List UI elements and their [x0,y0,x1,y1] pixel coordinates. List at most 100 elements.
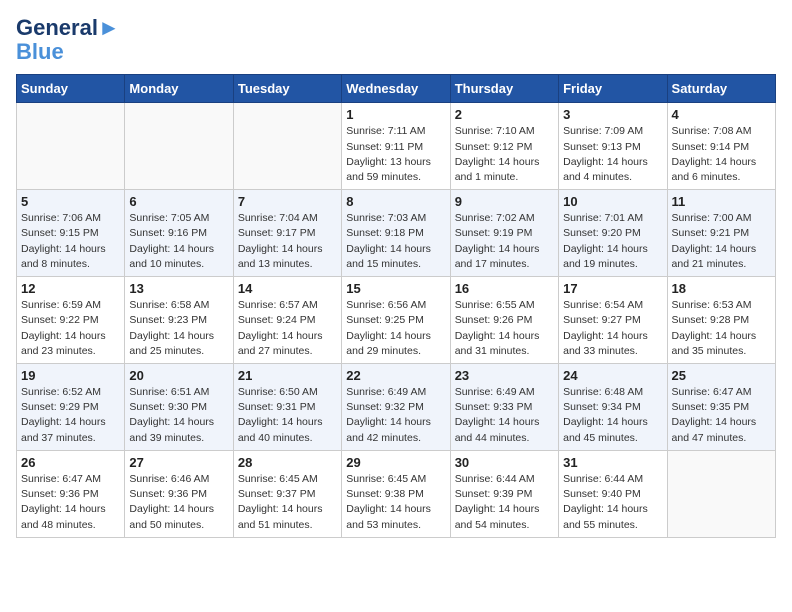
day-info: Sunrise: 6:57 AMSunset: 9:24 PMDaylight:… [238,298,337,359]
day-number: 22 [346,368,445,383]
calendar-cell [17,103,125,190]
day-number: 10 [563,194,662,209]
calendar-cell: 10 Sunrise: 7:01 AMSunset: 9:20 PMDayligh… [559,190,667,277]
calendar-cell: 29 Sunrise: 6:45 AMSunset: 9:38 PMDayligh… [342,450,450,537]
day-number: 17 [563,281,662,296]
day-info: Sunrise: 7:11 AMSunset: 9:11 PMDaylight:… [346,124,445,185]
calendar-cell: 18 Sunrise: 6:53 AMSunset: 9:28 PMDayligh… [667,277,775,364]
day-info: Sunrise: 6:52 AMSunset: 9:29 PMDaylight:… [21,385,120,446]
calendar-cell: 4Sunrise: 7:08 AMSunset: 9:14 PMDaylight… [667,103,775,190]
page-header: General► Blue [16,16,776,64]
day-number: 19 [21,368,120,383]
day-info: Sunrise: 7:09 AMSunset: 9:13 PMDaylight:… [563,124,662,185]
weekday-header-cell: Sunday [17,75,125,103]
weekday-header-cell: Saturday [667,75,775,103]
calendar-cell: 30Sunrise: 6:44 AMSunset: 9:39 PMDayligh… [450,450,558,537]
calendar-cell: 20Sunrise: 6:51 AMSunset: 9:30 PMDayligh… [125,364,233,451]
day-number: 21 [238,368,337,383]
weekday-header-cell: Thursday [450,75,558,103]
day-info: Sunrise: 7:01 AMSunset: 9:20 PMDaylight:… [563,211,662,272]
calendar-cell: 16 Sunrise: 6:55 AMSunset: 9:26 PMDayligh… [450,277,558,364]
day-number: 1 [346,107,445,122]
day-number: 23 [455,368,554,383]
calendar-cell: 22Sunrise: 6:49 AMSunset: 9:32 PMDayligh… [342,364,450,451]
calendar-cell: 28 Sunrise: 6:45 AMSunset: 9:37 PMDayligh… [233,450,341,537]
day-number: 25 [672,368,771,383]
day-number: 5 [21,194,120,209]
calendar-cell: 2Sunrise: 7:10 AMSunset: 9:12 PMDaylight… [450,103,558,190]
day-info: Sunrise: 6:54 AMSunset: 9:27 PMDaylight:… [563,298,662,359]
weekday-header-cell: Wednesday [342,75,450,103]
day-info: Sunrise: 6:48 AMSunset: 9:34 PMDaylight:… [563,385,662,446]
day-info: Sunrise: 6:46 AMSunset: 9:36 PMDaylight:… [129,472,228,533]
logo-blue: Blue [16,40,120,64]
day-number: 20 [129,368,228,383]
day-info: Sunrise: 6:56 AMSunset: 9:25 PMDaylight:… [346,298,445,359]
day-number: 14 [238,281,337,296]
day-info: Sunrise: 7:03 AMSunset: 9:18 PMDaylight:… [346,211,445,272]
day-info: Sunrise: 7:02 AMSunset: 9:19 PMDaylight:… [455,211,554,272]
day-info: Sunrise: 6:50 AMSunset: 9:31 PMDaylight:… [238,385,337,446]
calendar-cell: 23 Sunrise: 6:49 AMSunset: 9:33 PMDayligh… [450,364,558,451]
calendar-cell [667,450,775,537]
calendar-week-row: 26 Sunrise: 6:47 AMSunset: 9:36 PMDayligh… [17,450,776,537]
day-number: 13 [129,281,228,296]
calendar-cell [233,103,341,190]
day-number: 8 [346,194,445,209]
day-number: 15 [346,281,445,296]
day-number: 27 [129,455,228,470]
day-number: 24 [563,368,662,383]
day-info: Sunrise: 6:47 AMSunset: 9:36 PMDaylight:… [21,472,120,533]
calendar-cell: 17 Sunrise: 6:54 AMSunset: 9:27 PMDayligh… [559,277,667,364]
day-number: 7 [238,194,337,209]
calendar-cell: 24 Sunrise: 6:48 AMSunset: 9:34 PMDayligh… [559,364,667,451]
calendar-cell: 21 Sunrise: 6:50 AMSunset: 9:31 PMDayligh… [233,364,341,451]
day-number: 12 [21,281,120,296]
day-info: Sunrise: 6:44 AMSunset: 9:40 PMDaylight:… [563,472,662,533]
calendar-body: 1 Sunrise: 7:11 AMSunset: 9:11 PMDaylight… [17,103,776,537]
weekday-header-row: SundayMondayTuesdayWednesdayThursdayFrid… [17,75,776,103]
day-number: 30 [455,455,554,470]
day-number: 2 [455,107,554,122]
calendar-cell: 8 Sunrise: 7:03 AMSunset: 9:18 PMDaylight… [342,190,450,277]
calendar-week-row: 12 Sunrise: 6:59 AMSunset: 9:22 PMDayligh… [17,277,776,364]
calendar-cell: 7 Sunrise: 7:04 AMSunset: 9:17 PMDaylight… [233,190,341,277]
day-info: Sunrise: 7:00 AMSunset: 9:21 PMDaylight:… [672,211,771,272]
calendar-cell: 31 Sunrise: 6:44 AMSunset: 9:40 PMDayligh… [559,450,667,537]
calendar-cell: 27 Sunrise: 6:46 AMSunset: 9:36 PMDayligh… [125,450,233,537]
calendar-cell: 6Sunrise: 7:05 AMSunset: 9:16 PMDaylight… [125,190,233,277]
day-info: Sunrise: 6:45 AMSunset: 9:38 PMDaylight:… [346,472,445,533]
day-info: Sunrise: 6:58 AMSunset: 9:23 PMDaylight:… [129,298,228,359]
calendar-cell: 25Sunrise: 6:47 AMSunset: 9:35 PMDayligh… [667,364,775,451]
day-number: 18 [672,281,771,296]
day-number: 16 [455,281,554,296]
calendar-cell: 1 Sunrise: 7:11 AMSunset: 9:11 PMDaylight… [342,103,450,190]
day-info: Sunrise: 7:08 AMSunset: 9:14 PMDaylight:… [672,124,771,185]
day-number: 3 [563,107,662,122]
day-info: Sunrise: 7:04 AMSunset: 9:17 PMDaylight:… [238,211,337,272]
calendar-cell: 11 Sunrise: 7:00 AMSunset: 9:21 PMDayligh… [667,190,775,277]
day-info: Sunrise: 6:53 AMSunset: 9:28 PMDaylight:… [672,298,771,359]
day-info: Sunrise: 6:45 AMSunset: 9:37 PMDaylight:… [238,472,337,533]
day-number: 9 [455,194,554,209]
calendar-cell: 5 Sunrise: 7:06 AMSunset: 9:15 PMDaylight… [17,190,125,277]
day-info: Sunrise: 6:55 AMSunset: 9:26 PMDaylight:… [455,298,554,359]
weekday-header-cell: Monday [125,75,233,103]
day-number: 28 [238,455,337,470]
calendar-cell: 26 Sunrise: 6:47 AMSunset: 9:36 PMDayligh… [17,450,125,537]
calendar-cell: 3 Sunrise: 7:09 AMSunset: 9:13 PMDaylight… [559,103,667,190]
calendar-cell: 13 Sunrise: 6:58 AMSunset: 9:23 PMDayligh… [125,277,233,364]
day-number: 29 [346,455,445,470]
day-info: Sunrise: 7:06 AMSunset: 9:15 PMDaylight:… [21,211,120,272]
day-number: 11 [672,194,771,209]
calendar-cell [125,103,233,190]
day-info: Sunrise: 6:49 AMSunset: 9:33 PMDaylight:… [455,385,554,446]
day-number: 26 [21,455,120,470]
day-number: 6 [129,194,228,209]
day-info: Sunrise: 6:59 AMSunset: 9:22 PMDaylight:… [21,298,120,359]
calendar-cell: 12 Sunrise: 6:59 AMSunset: 9:22 PMDayligh… [17,277,125,364]
calendar-week-row: 1 Sunrise: 7:11 AMSunset: 9:11 PMDaylight… [17,103,776,190]
calendar-week-row: 19 Sunrise: 6:52 AMSunset: 9:29 PMDayligh… [17,364,776,451]
calendar-cell: 15 Sunrise: 6:56 AMSunset: 9:25 PMDayligh… [342,277,450,364]
day-number: 31 [563,455,662,470]
